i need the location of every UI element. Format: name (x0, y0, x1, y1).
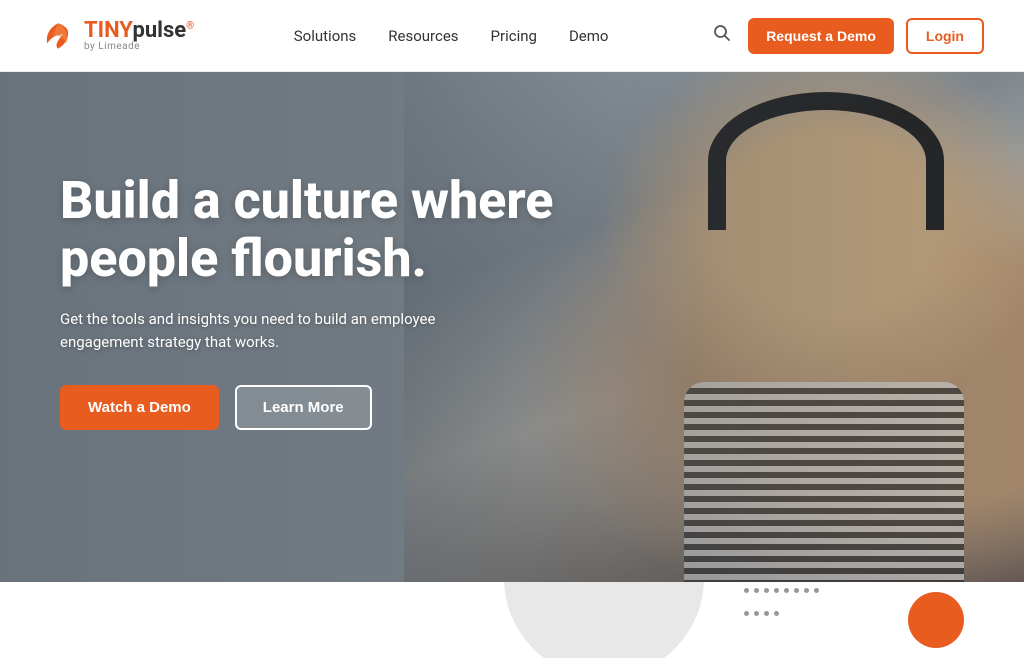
hero-buttons: Watch a Demo Learn More (60, 385, 600, 430)
nav-item-resources[interactable]: Resources (388, 27, 458, 45)
header-actions: Request a Demo Login (708, 18, 984, 54)
hero-title: Build a culture where people flourish. (60, 172, 600, 288)
logo-sublabel: by Limeade (84, 42, 194, 52)
logo-leaf-icon (40, 18, 76, 54)
request-demo-button[interactable]: Request a Demo (748, 18, 894, 54)
search-button[interactable] (708, 19, 736, 52)
bottom-teaser (0, 582, 1024, 658)
nav-item-demo[interactable]: Demo (569, 27, 609, 45)
logo-pulse: pulse (132, 18, 186, 43)
teaser-dots (744, 588, 824, 628)
hero-section: Build a culture where people flourish. G… (0, 72, 1024, 582)
nav-item-solutions[interactable]: Solutions (294, 27, 357, 45)
site-header: TINYpulse® by Limeade Solutions Resource… (0, 0, 1024, 72)
logo-brand: TINYpulse® (84, 20, 194, 42)
logo[interactable]: TINYpulse® by Limeade (40, 18, 194, 54)
hero-subtitle: Get the tools and insights you need to b… (60, 308, 480, 353)
hero-content: Build a culture where people flourish. G… (60, 172, 600, 430)
learn-more-button[interactable]: Learn More (235, 385, 372, 430)
login-button[interactable]: Login (906, 18, 984, 54)
nav-item-pricing[interactable]: Pricing (491, 27, 537, 45)
logo-text: TINYpulse® by Limeade (84, 20, 194, 52)
search-icon (712, 23, 732, 43)
logo-tiny: TINY (84, 18, 132, 43)
teaser-circle-orange (908, 592, 964, 648)
watch-demo-button[interactable]: Watch a Demo (60, 385, 219, 430)
teaser-circle-gray (504, 582, 704, 658)
main-nav: Solutions Resources Pricing Demo (294, 27, 609, 45)
